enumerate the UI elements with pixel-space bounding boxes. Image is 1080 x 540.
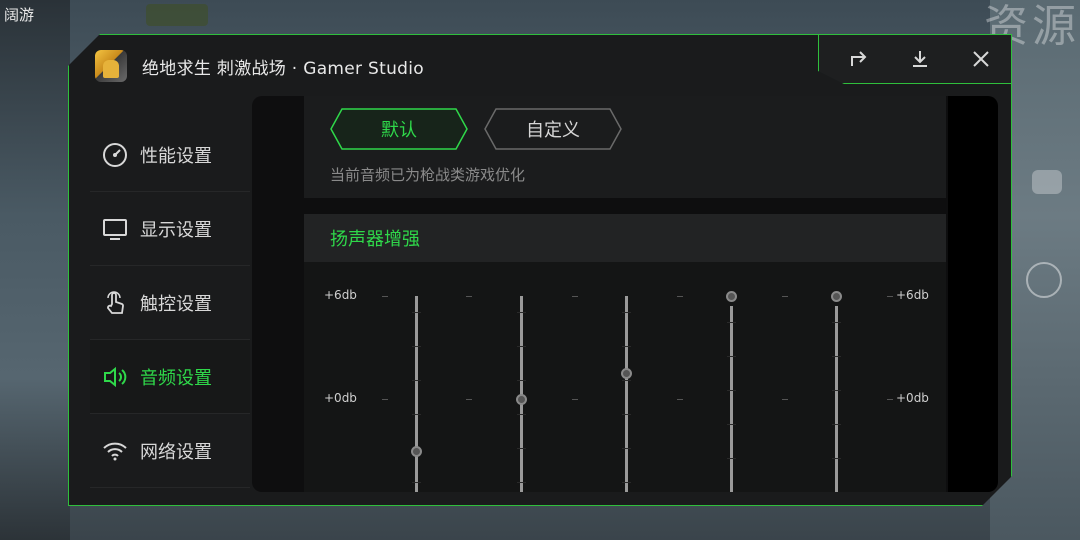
eq-tick: [412, 482, 421, 483]
db-label-top-right: +6db: [896, 288, 929, 302]
eq-tick: [622, 448, 631, 449]
eq-tick: [832, 322, 841, 323]
eq-tick: [517, 312, 526, 313]
share-button[interactable]: [839, 39, 879, 79]
mode-default-label: 默认: [381, 120, 417, 141]
eq-tick: [727, 458, 736, 459]
eq-band-slider[interactable]: [831, 262, 842, 492]
audio-hint: 当前音频已为枪战类游戏优化: [330, 166, 526, 184]
eq-tick: [517, 448, 526, 449]
sidebar-item-display[interactable]: 显示设置: [90, 192, 250, 266]
monitor-icon: [102, 216, 128, 242]
scale-dash: [887, 399, 893, 400]
eq-tick: [832, 424, 841, 425]
content-edge: [948, 96, 998, 492]
speaker-icon: [102, 364, 128, 390]
title-bar: 绝地求生 刺激战场 · Gamer Studio: [90, 42, 424, 90]
sidebar-item-performance[interactable]: 性能设置: [90, 118, 250, 192]
settings-sidebar: 性能设置 显示设置 触控设置 音频设置 网络设置: [90, 118, 250, 488]
eq-tick: [622, 482, 631, 483]
speaker-enhance-card: 扬声器增强 +6db +6db +0db +0db: [304, 214, 946, 492]
crosshair-icon: [1026, 262, 1062, 298]
eq-tick: [517, 346, 526, 347]
scale-dash: [382, 296, 388, 297]
equalizer: +6db +6db +0db +0db: [304, 262, 946, 492]
eq-tick: [622, 346, 631, 347]
scale-dash: [782, 399, 788, 400]
eq-track: [835, 306, 838, 492]
sidebar-item-label: 显示设置: [140, 219, 212, 241]
eq-tick: [622, 380, 631, 381]
window-controls: [818, 34, 1012, 84]
share-icon: [851, 51, 867, 66]
eq-tick: [412, 312, 421, 313]
eq-tick: [832, 390, 841, 391]
mode-custom-label: 自定义: [526, 120, 580, 141]
scale-dash: [572, 399, 578, 400]
speedometer-icon: [102, 142, 128, 168]
eq-tick: [517, 482, 526, 483]
eq-track: [415, 296, 418, 492]
sidebar-item-touch[interactable]: 触控设置: [90, 266, 250, 340]
eq-knob[interactable]: [831, 291, 842, 302]
db-label-top-left: +6db: [324, 288, 357, 302]
eq-track: [625, 296, 628, 492]
close-icon: [972, 51, 989, 67]
audio-mode-card: 默认 自定义 当前音频已为枪战类游戏优化: [304, 96, 946, 198]
scale-dash: [677, 399, 683, 400]
eq-tick: [622, 414, 631, 415]
eq-tick: [727, 424, 736, 425]
sidebar-item-label: 音频设置: [140, 367, 212, 389]
eq-knob[interactable]: [516, 394, 527, 405]
close-button[interactable]: [961, 39, 1001, 79]
scale-dash: [466, 296, 472, 297]
eq-tick: [832, 356, 841, 357]
game-logo-text: 阔游: [4, 6, 35, 24]
db-label-mid-left: +0db: [324, 391, 357, 405]
scale-dash: [887, 296, 893, 297]
eq-tick: [727, 322, 736, 323]
download-button[interactable]: [900, 39, 940, 79]
sidebar-item-label: 触控设置: [140, 293, 212, 315]
scale-dash: [677, 296, 683, 297]
sidebar-item-audio[interactable]: 音频设置: [90, 340, 250, 414]
eq-band-slider[interactable]: [621, 262, 632, 492]
app-icon: [95, 50, 127, 82]
eq-knob[interactable]: [726, 291, 737, 302]
eq-tick: [622, 312, 631, 313]
game-hud-badge: [146, 4, 208, 26]
wifi-icon: [102, 438, 128, 464]
eq-tick: [517, 414, 526, 415]
eq-track: [730, 306, 733, 492]
eq-knob[interactable]: [621, 368, 632, 380]
eq-tick: [727, 390, 736, 391]
eq-tick: [517, 380, 526, 381]
speaker-enhance-title: 扬声器增强: [304, 214, 946, 262]
eq-band-slider[interactable]: [411, 262, 422, 492]
chat-icon: [1032, 170, 1062, 194]
mode-default-button[interactable]: 默认: [330, 108, 468, 150]
sidebar-item-label: 网络设置: [140, 441, 212, 463]
eq-band-slider[interactable]: [516, 262, 527, 492]
window-title: 绝地求生 刺激战场 · Gamer Studio: [142, 58, 424, 79]
audio-settings-content: 默认 自定义 当前音频已为枪战类游戏优化 扬声器增强 +6db +6db +0d…: [252, 96, 996, 492]
sidebar-item-network[interactable]: 网络设置: [90, 414, 250, 488]
download-icon: [912, 51, 927, 67]
eq-knob[interactable]: [411, 445, 422, 457]
game-background-left: [0, 0, 70, 540]
scale-dash: [572, 296, 578, 297]
eq-tick: [832, 458, 841, 459]
eq-tick: [412, 380, 421, 381]
eq-tick: [412, 346, 421, 347]
eq-tick: [412, 414, 421, 415]
scale-dash: [782, 296, 788, 297]
eq-tick: [727, 356, 736, 357]
db-label-mid-right: +0db: [896, 391, 929, 405]
mode-custom-button[interactable]: 自定义: [484, 108, 622, 150]
eq-band-slider[interactable]: [726, 262, 737, 492]
touch-icon: [102, 290, 128, 316]
scale-dash: [466, 399, 472, 400]
sidebar-item-label: 性能设置: [140, 145, 212, 167]
scale-dash: [382, 399, 388, 400]
